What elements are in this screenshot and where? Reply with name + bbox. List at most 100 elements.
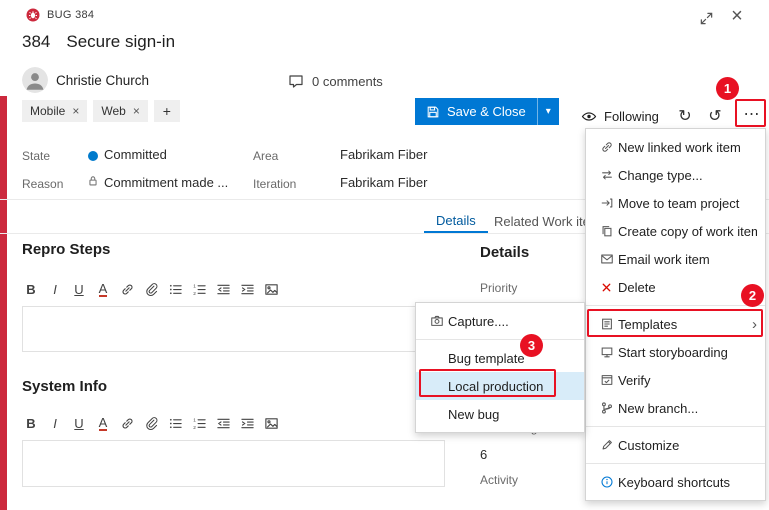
link-icon <box>120 416 135 431</box>
comments-link[interactable]: 0 comments <box>288 73 383 89</box>
tag-mobile[interactable]: Mobile × <box>22 100 87 122</box>
info-icon <box>595 475 618 489</box>
repro-steps-editor[interactable] <box>22 306 445 352</box>
save-close-button[interactable]: Save & Close <box>415 98 537 125</box>
menu-item-customize[interactable]: Customize <box>586 431 765 459</box>
link-icon <box>120 282 135 297</box>
close-icon[interactable]: × <box>724 3 750 29</box>
text-color-button[interactable]: A <box>92 278 114 300</box>
link-button[interactable] <box>116 278 138 300</box>
submenu-item-bug-template[interactable]: Bug template <box>416 344 584 372</box>
numbered-list-button[interactable]: 12 <box>188 278 210 300</box>
menu-item-templates[interactable]: Templates › <box>586 310 765 338</box>
menu-item-email-work-item[interactable]: Email work item <box>586 245 765 273</box>
text-color-button[interactable]: A <box>92 412 114 434</box>
numbered-list-button[interactable]: 12 <box>188 412 210 434</box>
svg-text:1: 1 <box>193 417 196 422</box>
bulleted-list-button[interactable] <box>164 278 186 300</box>
underline-button[interactable]: U <box>68 278 90 300</box>
underline-button[interactable]: U <box>68 412 90 434</box>
work-item-type: BUG 384 <box>26 8 94 22</box>
eye-icon <box>581 109 597 124</box>
indent-button[interactable] <box>236 412 258 434</box>
add-tag-button[interactable]: + <box>154 100 180 122</box>
attachment-button[interactable] <box>140 412 162 434</box>
submenu-item-capture[interactable]: Capture.... <box>416 307 584 335</box>
menu-item-move-to-team-project[interactable]: Move to team project <box>586 189 765 217</box>
following-button[interactable]: Following <box>581 104 659 128</box>
more-actions-icon[interactable]: ⋯ <box>738 102 765 126</box>
remaining-work-value[interactable]: 6 <box>480 447 487 462</box>
work-item-id: 384 <box>22 32 50 52</box>
menu-item-start-storyboarding[interactable]: Start storyboarding <box>586 338 765 366</box>
area-value[interactable]: Fabrikam Fiber <box>340 147 427 162</box>
priority-label: Priority <box>480 281 517 295</box>
verify-icon <box>595 373 618 387</box>
attachment-button[interactable] <box>140 278 162 300</box>
image-icon <box>264 282 279 297</box>
work-item-title: 384 Secure sign-in <box>22 32 175 52</box>
menu-item-delete[interactable]: Delete <box>586 273 765 301</box>
indent-icon <box>240 416 255 431</box>
avatar <box>22 67 48 93</box>
bulleted-list-button[interactable] <box>164 412 186 434</box>
work-item-dialog: BUG 384 × 384 Secure sign-in Christie Ch… <box>0 0 769 510</box>
revert-icon[interactable]: ↺ <box>703 104 727 128</box>
more-actions-menu: New linked work item Change type... Move… <box>585 128 766 501</box>
indent-icon <box>240 282 255 297</box>
camera-icon <box>425 314 448 328</box>
underline-icon: U <box>74 416 83 431</box>
state-label: State <box>22 149 50 163</box>
indent-button[interactable] <box>236 278 258 300</box>
italic-button[interactable]: I <box>44 278 66 300</box>
email-icon <box>595 252 618 266</box>
menu-item-new-linked-work-item[interactable]: New linked work item <box>586 133 765 161</box>
bold-button[interactable]: B <box>20 278 42 300</box>
submenu-item-local-production[interactable]: Local production <box>416 372 584 400</box>
comments-count: 0 comments <box>312 74 383 89</box>
save-options-dropdown[interactable]: ▾ <box>537 98 559 125</box>
iteration-label: Iteration <box>253 177 296 191</box>
insert-image-button[interactable] <box>260 278 282 300</box>
image-icon <box>264 416 279 431</box>
storyboard-icon <box>595 345 618 359</box>
outdent-button[interactable] <box>212 278 234 300</box>
reason-value[interactable]: Commitment made ... <box>104 175 228 190</box>
bulleted-list-icon <box>168 416 183 431</box>
text-color-icon: A <box>99 282 108 297</box>
work-item-type-label: BUG 384 <box>47 9 94 21</box>
following-label: Following <box>604 109 659 124</box>
menu-item-change-type[interactable]: Change type... <box>586 161 765 189</box>
iteration-value[interactable]: Fabrikam Fiber <box>340 175 427 190</box>
state-value[interactable]: Committed <box>104 147 167 162</box>
bulleted-list-icon <box>168 282 183 297</box>
menu-item-keyboard-shortcuts[interactable]: Keyboard shortcuts <box>586 468 765 496</box>
remove-tag-icon[interactable]: × <box>72 104 79 118</box>
menu-item-create-copy[interactable]: Create copy of work item... <box>586 217 765 245</box>
assignee-field[interactable]: Christie Church <box>56 73 149 88</box>
link-button[interactable] <box>116 412 138 434</box>
tab-details[interactable]: Details <box>424 209 488 233</box>
menu-item-verify[interactable]: Verify <box>586 366 765 394</box>
delete-icon <box>595 281 618 294</box>
expand-button[interactable] <box>696 8 716 28</box>
work-item-title-text[interactable]: Secure sign-in <box>66 32 175 52</box>
customize-icon <box>595 438 618 452</box>
system-info-toolbar: B I U A 12 <box>20 412 282 434</box>
bug-color-bar <box>0 96 7 510</box>
menu-item-new-branch[interactable]: New branch... <box>586 394 765 422</box>
text-color-icon: A <box>99 416 108 431</box>
refresh-icon[interactable]: ↻ <box>673 104 697 128</box>
outdent-button[interactable] <box>212 412 234 434</box>
link-icon <box>595 140 618 154</box>
numbered-list-icon: 12 <box>192 416 207 431</box>
remove-tag-icon[interactable]: × <box>133 104 140 118</box>
tag-web[interactable]: Web × <box>93 100 147 122</box>
save-close-label: Save & Close <box>447 104 526 119</box>
bold-button[interactable]: B <box>20 412 42 434</box>
menu-separator <box>586 463 765 464</box>
system-info-editor[interactable] <box>22 440 445 487</box>
insert-image-button[interactable] <box>260 412 282 434</box>
submenu-item-new-bug[interactable]: New bug <box>416 400 584 428</box>
italic-button[interactable]: I <box>44 412 66 434</box>
